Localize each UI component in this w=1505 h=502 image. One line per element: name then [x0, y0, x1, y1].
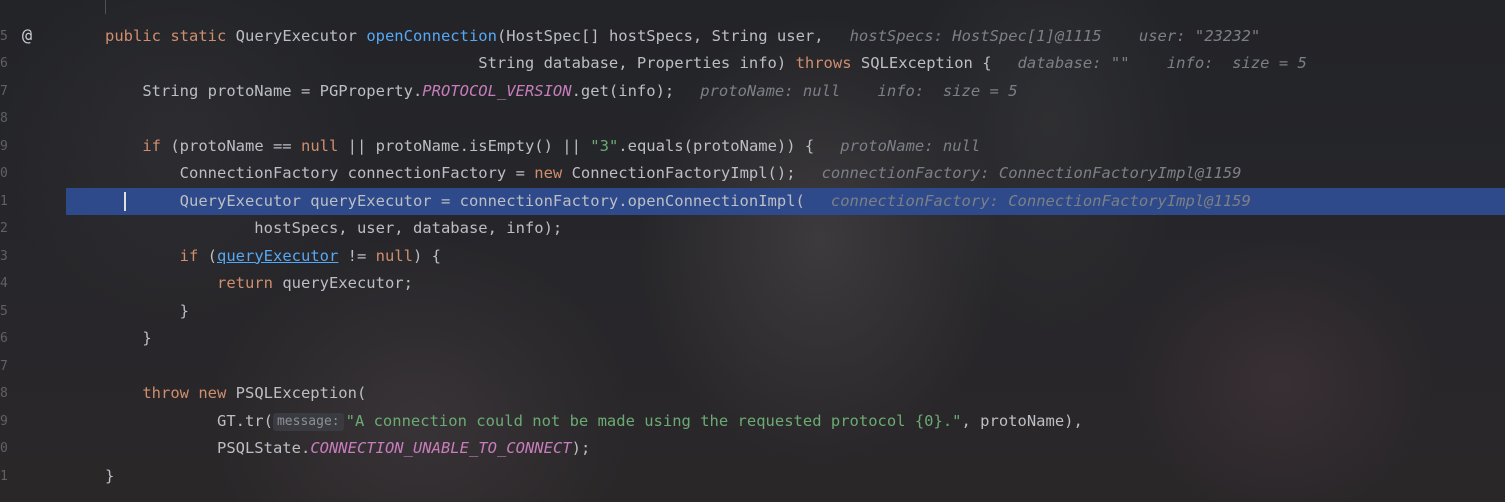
line-number[interactable]: 2: [0, 215, 8, 243]
code-token: "A connection could not be made using th…: [345, 411, 962, 430]
line-number[interactable]: 6: [0, 325, 8, 353]
code-token: if: [142, 136, 171, 155]
code-token: GT.tr(: [105, 411, 273, 430]
line-number[interactable]: 9: [0, 133, 8, 161]
code-token: queryExecutor;: [282, 274, 413, 292]
text-caret: [124, 191, 126, 211]
line-number[interactable]: 1: [0, 188, 8, 216]
code-token: PSQLException(: [235, 384, 367, 402]
code-token: || protoName.isEmpty() ||: [347, 136, 591, 155]
code-line[interactable]: ConnectionFactory connectionFactory = ne…: [105, 160, 1242, 188]
line-number-gutter[interactable]: 56789012345678901: [0, 0, 14, 502]
code-token: }: [105, 301, 189, 320]
debugger-inline-value[interactable]: connectionFactory: ConnectionFactoryImpl…: [796, 164, 1242, 182]
code-token: !=: [338, 246, 376, 265]
code-line[interactable]: if (protoName == null || protoName.isEmp…: [105, 133, 980, 161]
code-line[interactable]: String database, Properties info) throws…: [105, 50, 1307, 78]
line-number[interactable]: 6: [0, 50, 8, 78]
code-line[interactable]: String protoName = PGProperty.PROTOCOL_V…: [105, 78, 1017, 106]
code-token: new: [534, 164, 572, 182]
code-token: throws: [795, 54, 861, 72]
line-number[interactable]: 7: [0, 78, 8, 106]
code-token: (protoName ==: [170, 136, 301, 155]
code-line[interactable]: if (queryExecutor != null) {: [105, 243, 441, 271]
debugger-inline-value[interactable]: connectionFactory: ConnectionFactoryImpl…: [805, 192, 1251, 210]
override-marker-icon[interactable]: @: [17, 25, 37, 47]
code-token: throw new: [142, 384, 236, 402]
code-token: public static: [105, 26, 236, 45]
code-line[interactable]: return queryExecutor;: [105, 270, 413, 298]
code-token: }: [105, 466, 115, 485]
parameter-name-hint: message:: [272, 412, 344, 431]
code-line[interactable]: QueryExecutor queryExecutor = connection…: [105, 188, 1251, 216]
debugger-inline-value[interactable]: hostSpecs: HostSpec[1]@1115 user: "23232…: [824, 27, 1261, 45]
code-token: "3": [590, 136, 619, 155]
code-line[interactable]: GT.tr(message: "A connection could not be…: [105, 408, 1083, 436]
code-line[interactable]: PSQLState.CONNECTION_UNABLE_TO_CONNECT);: [105, 435, 590, 463]
code-token: ) {: [412, 246, 441, 265]
debugger-inline-value[interactable]: database: "" info: size = 5: [992, 54, 1307, 72]
code-token: null: [300, 136, 348, 155]
line-number[interactable]: 4: [0, 270, 8, 298]
line-number[interactable]: 5: [0, 23, 8, 51]
code-line[interactable]: throw new PSQLException(: [105, 380, 366, 408]
code-token: ConnectionFactory connectionFactory =: [105, 164, 535, 182]
line-number[interactable]: 0: [0, 160, 8, 188]
line-number[interactable]: 7: [0, 353, 8, 381]
code-token: String database, Properties info): [105, 54, 796, 72]
code-token: );: [571, 439, 591, 457]
line-number[interactable]: 0: [0, 435, 8, 463]
indent-guide: [105, 0, 106, 14]
line-number[interactable]: 8: [0, 380, 8, 408]
code-token: SQLException {: [860, 54, 992, 72]
line-number[interactable]: 8: [0, 105, 8, 133]
debugger-inline-value[interactable]: protoName: null: [814, 137, 980, 155]
code-token: hostSpecs, user, database, info);: [105, 219, 563, 237]
code-token: .equals(protoName)) {: [618, 136, 815, 155]
code-token: return: [216, 274, 283, 292]
line-number[interactable]: 1: [0, 463, 8, 491]
code-line[interactable]: }: [105, 463, 114, 491]
code-line[interactable]: }: [105, 325, 152, 353]
code-token: (HostSpec[] hostSpecs, String user,: [496, 26, 824, 45]
code-line[interactable]: hostSpecs, user, database, info);: [105, 215, 562, 243]
code-token: if: [179, 246, 208, 265]
code-token: ConnectionFactoryImpl();: [571, 164, 796, 182]
code-token: QueryExecutor: [235, 26, 367, 45]
code-token: (: [207, 246, 217, 265]
code-token: queryExecutor: [217, 246, 339, 265]
code-token: .get(info);: [571, 81, 675, 100]
debugger-inline-value[interactable]: protoName: null info: size = 5: [674, 82, 1017, 100]
code-token: QueryExecutor queryExecutor = connection…: [105, 191, 805, 210]
code-line[interactable]: }: [105, 298, 189, 326]
line-number[interactable]: 3: [0, 243, 8, 271]
code-line[interactable]: public static QueryExecutor openConnecti…: [105, 23, 1260, 51]
code-token: String protoName = PGProperty.: [105, 81, 423, 100]
code-token: CONNECTION_UNABLE_TO_CONNECT: [310, 439, 572, 457]
code-token: PSQLState.: [105, 439, 311, 457]
code-token: openConnection: [366, 26, 497, 45]
line-number[interactable]: 9: [0, 408, 8, 436]
code-token: null: [375, 246, 413, 265]
code-token: }: [105, 329, 152, 347]
line-number[interactable]: 5: [0, 298, 8, 326]
code-token: , protoName),: [961, 411, 1083, 430]
code-token: PROTOCOL_VERSION: [422, 81, 572, 100]
